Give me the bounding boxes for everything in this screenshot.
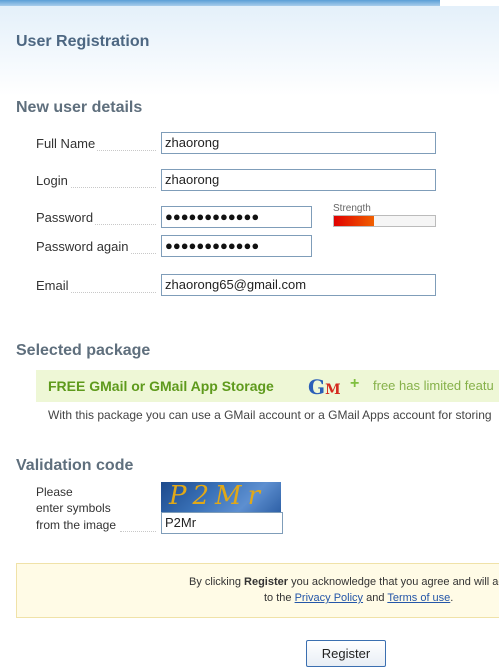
password-input[interactable]: ●●●●●●●●●●●● [161, 206, 312, 228]
privacy-policy-link[interactable]: Privacy Policy [295, 592, 363, 604]
captcha-instruction-line2: enter symbols [36, 501, 111, 515]
login-input[interactable]: zhaorong [161, 169, 436, 191]
password-again-input[interactable]: ●●●●●●●●●●●● [161, 235, 312, 257]
full-name-label: Full Name [36, 136, 156, 151]
captcha-instruction-line1: Please [36, 485, 73, 499]
plus-icon: + [350, 375, 360, 392]
password-label: Password [36, 210, 156, 225]
package-note: free has limited featu [373, 378, 494, 393]
package-name: FREE GMail or GMail App Storage [48, 378, 274, 394]
header-background [0, 6, 499, 96]
terms-of-use-link[interactable]: Terms of use [387, 592, 450, 604]
terms-notice-line1: By clicking Register you acknowledge tha… [189, 576, 499, 588]
strength-fill [334, 216, 374, 226]
page-title: User Registration [16, 33, 150, 50]
section-title-validation: Validation code [16, 457, 134, 474]
password-strength-meter [333, 215, 436, 227]
section-title-user-details: New user details [16, 99, 143, 116]
gmail-logo-m: M [325, 382, 341, 398]
register-word: Register [244, 576, 289, 588]
package-description: With this package you can use a GMail ac… [48, 408, 492, 422]
captcha-instruction-line3: from the image [36, 518, 117, 532]
package-bar: FREE GMail or GMail App Storage GM + fre… [36, 370, 499, 402]
login-label: Login [36, 173, 156, 188]
email-input[interactable]: zhaorong65@gmail.com [161, 274, 436, 296]
gmail-logo-g: G [308, 375, 326, 399]
full-name-input[interactable]: zhaorong [161, 132, 436, 154]
strength-label: Strength [333, 203, 371, 214]
captcha-input[interactable]: P2Mr [161, 512, 283, 534]
terms-notice-line2: to the Privacy Policy and Terms of use. [264, 592, 454, 604]
gmail-logo-icon: GM [308, 375, 341, 399]
terms-notice-box: By clicking Register you acknowledge tha… [16, 563, 499, 618]
email-label: Email [36, 278, 156, 293]
captcha-label-leader [120, 531, 156, 532]
section-title-package: Selected package [16, 342, 151, 359]
register-button[interactable]: Register [306, 640, 386, 667]
password-again-label: Password again [36, 239, 156, 254]
captcha-image: P2Mr [161, 482, 281, 514]
captcha-image-text: P2Mr [169, 482, 267, 511]
